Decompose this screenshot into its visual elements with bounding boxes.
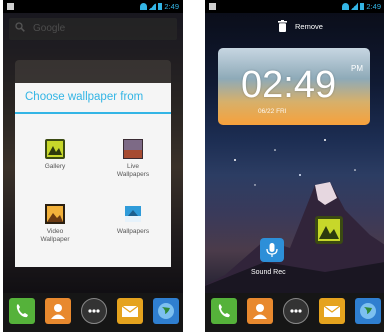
browser-icon[interactable]: [355, 298, 381, 324]
apps-drawer-icon[interactable]: [81, 298, 107, 324]
battery-icon: [158, 3, 162, 10]
contacts-icon[interactable]: [247, 298, 273, 324]
trash-icon: [278, 20, 287, 32]
option-label: Video Wallpaper: [40, 228, 70, 243]
option-label: Gallery: [44, 163, 66, 170]
phone-handset-icon: [16, 304, 28, 318]
apps-grid-icon: [290, 309, 302, 313]
option-video-wallpaper[interactable]: Video Wallpaper: [25, 203, 85, 244]
clock-time: 02:49: [241, 64, 337, 106]
phone-handset-icon: [218, 304, 230, 318]
signal-icon: [149, 3, 156, 10]
browser-icon[interactable]: [153, 298, 179, 324]
gallery-icon: [45, 139, 65, 159]
dialog-title: Choose wallpaper from: [25, 91, 144, 103]
messaging-icon[interactable]: [117, 298, 143, 324]
envelope-icon: [121, 305, 139, 317]
battery-icon: [360, 3, 364, 10]
phone-screen-right: 2:49 Remove 02:49 PM 06/22 FRI Sound Rec: [205, 0, 384, 332]
sound-recorder-icon[interactable]: [260, 238, 284, 262]
wifi-icon: [140, 3, 147, 10]
dock: [205, 293, 384, 332]
phone-icon[interactable]: [9, 298, 35, 324]
clock-widget[interactable]: 02:49 PM 06/22 FRI: [218, 48, 370, 125]
clock-date: 06/22 FRI: [258, 108, 287, 115]
option-label: Live Wallpapers: [116, 163, 150, 178]
status-bar: 2:49: [3, 0, 183, 13]
notification-icon: [7, 3, 14, 10]
option-live-wallpapers[interactable]: Live Wallpapers: [103, 138, 163, 179]
phone-screen-left: 2:49 Google Choose wallpaper from Galler…: [3, 0, 183, 332]
apps-grid-icon: [88, 309, 100, 313]
video-wallpaper-icon: [45, 204, 65, 224]
option-wallpapers[interactable]: Wallpapers: [103, 203, 163, 236]
apps-drawer-icon[interactable]: [283, 298, 309, 324]
live-wallpapers-icon: [123, 139, 143, 159]
globe-icon: [360, 303, 376, 319]
gallery-icon[interactable]: [315, 216, 343, 244]
wallpaper-chooser-dialog: Choose wallpaper from Gallery Live Wallpa…: [15, 83, 171, 267]
dock: [3, 293, 183, 332]
dialog-divider: [15, 112, 171, 114]
status-time: 2:49: [164, 2, 179, 11]
status-time: 2:49: [366, 2, 381, 11]
remove-drop-target[interactable]: Remove: [205, 13, 384, 39]
wifi-icon: [342, 3, 349, 10]
remove-label: Remove: [295, 22, 323, 31]
notification-icon: [209, 3, 216, 10]
globe-icon: [158, 303, 174, 319]
wallpapers-icon: [125, 206, 141, 222]
phone-icon[interactable]: [211, 298, 237, 324]
contact-person-icon: [51, 304, 65, 319]
contact-person-icon: [253, 304, 267, 319]
contacts-icon[interactable]: [45, 298, 71, 324]
signal-icon: [351, 3, 358, 10]
envelope-icon: [323, 305, 341, 317]
option-label: Wallpapers: [116, 228, 150, 235]
messaging-icon[interactable]: [319, 298, 345, 324]
status-bar: 2:49: [205, 0, 384, 13]
option-gallery[interactable]: Gallery: [25, 138, 85, 171]
clock-ampm: PM: [351, 64, 363, 73]
sound-recorder-label: Sound Rec: [251, 269, 286, 276]
